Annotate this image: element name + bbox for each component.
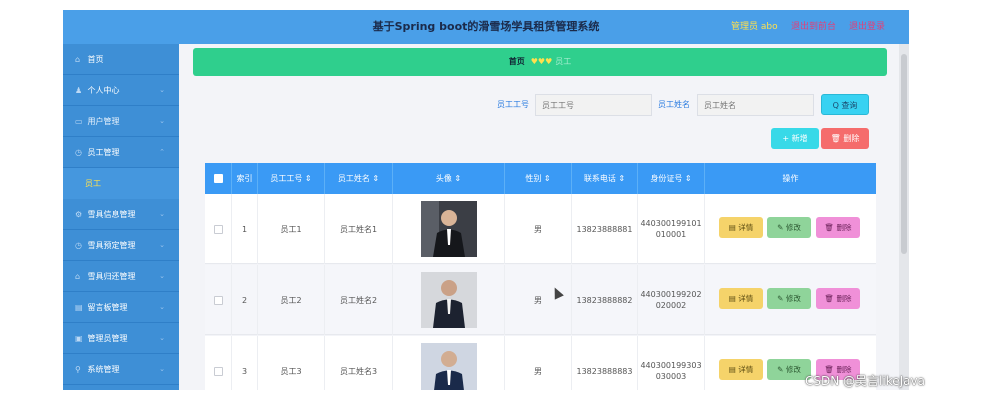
column-header: 操作 <box>782 174 799 183</box>
cell-gender: 男 <box>505 336 572 390</box>
column-header[interactable]: 联系电话 ⇕ <box>572 163 638 194</box>
column-header[interactable]: 员工工号 ⇕ <box>258 163 325 194</box>
delete-button[interactable]: 🗑 删除 <box>816 217 860 238</box>
csdn-watermark: CSDN @吴言likeJava <box>805 374 925 388</box>
detail-button[interactable]: ▤ 详情 <box>719 288 763 309</box>
cell-actions: ▤ 详情 ✎ 修改 🗑 删除 <box>705 194 876 264</box>
id-number-part: 440300199101 <box>640 219 702 228</box>
cell-gender: 男 <box>505 265 572 335</box>
cell-id-number: 440300199303 030003 <box>638 336 705 390</box>
avatar <box>420 343 477 390</box>
cell-emp-no: 员工3 <box>258 336 325 390</box>
id-number-part: 010001 <box>655 230 687 239</box>
cell-index: 1 <box>232 194 258 264</box>
column-header[interactable]: 员工姓名 ⇕ <box>325 163 393 194</box>
cell-phone: 13823888881 <box>572 194 638 264</box>
edit-button[interactable]: ✎ 修改 <box>767 288 811 309</box>
cell-index: 3 <box>232 336 258 390</box>
avatar <box>420 272 477 328</box>
cell-name: 员工姓名3 <box>325 336 393 390</box>
avatar <box>420 201 477 257</box>
table-header: 索引 员工工号 ⇕ 员工姓名 ⇕ 头像 ⇕ 性别 ⇕ 联系电话 ⇕ 身份证号 ⇕… <box>205 163 876 194</box>
column-header[interactable]: 身份证号 ⇕ <box>638 163 705 194</box>
cell-id-number: 440300199202 020002 <box>638 265 705 335</box>
cell-phone: 13823888883 <box>572 336 638 390</box>
table-row: 1 员工1 员工姓名1 男 13823888881 440300199101 01… <box>205 194 876 264</box>
cell-actions: ▤ 详情 ✎ 修改 🗑 删除 <box>705 265 876 335</box>
cell-id-number: 440300199101 010001 <box>638 194 705 264</box>
select-all-checkbox[interactable] <box>213 174 223 183</box>
edit-button[interactable]: ✎ 修改 <box>767 217 811 238</box>
cell-index: 2 <box>232 265 258 335</box>
table-row: 3 员工3 员工姓名3 男 13823888883 440300199303 03… <box>205 336 876 390</box>
row-checkbox[interactable] <box>213 366 223 376</box>
cell-name: 员工姓名2 <box>325 265 393 335</box>
column-header[interactable]: 头像 ⇕ <box>393 163 505 194</box>
select-all-cell[interactable] <box>205 163 232 194</box>
detail-button[interactable]: ▤ 详情 <box>719 217 763 238</box>
detail-button[interactable]: ▤ 详情 <box>719 359 763 380</box>
row-checkbox[interactable] <box>213 224 223 234</box>
id-number-part: 440300199202 <box>640 290 702 299</box>
id-number-part: 440300199303 <box>640 361 702 370</box>
cell-emp-no: 员工1 <box>258 194 325 264</box>
delete-button[interactable]: 🗑 删除 <box>816 288 860 309</box>
cell-gender: 男 <box>505 194 572 264</box>
id-number-part: 030003 <box>655 372 687 381</box>
cell-name: 员工姓名1 <box>325 194 393 264</box>
cell-emp-no: 员工2 <box>258 265 325 335</box>
column-header: 索引 <box>232 163 258 194</box>
row-checkbox[interactable] <box>213 295 223 305</box>
id-number-part: 020002 <box>655 301 687 310</box>
table-row: 2 员工2 员工姓名2 男 13823888882 440300199202 02… <box>205 265 876 335</box>
column-header[interactable]: 性别 ⇕ <box>505 163 572 194</box>
cell-phone: 13823888882 <box>572 265 638 335</box>
table-clip: 索引 员工工号 ⇕ 员工姓名 ⇕ 头像 ⇕ 性别 ⇕ 联系电话 ⇕ 身份证号 ⇕… <box>63 10 909 390</box>
